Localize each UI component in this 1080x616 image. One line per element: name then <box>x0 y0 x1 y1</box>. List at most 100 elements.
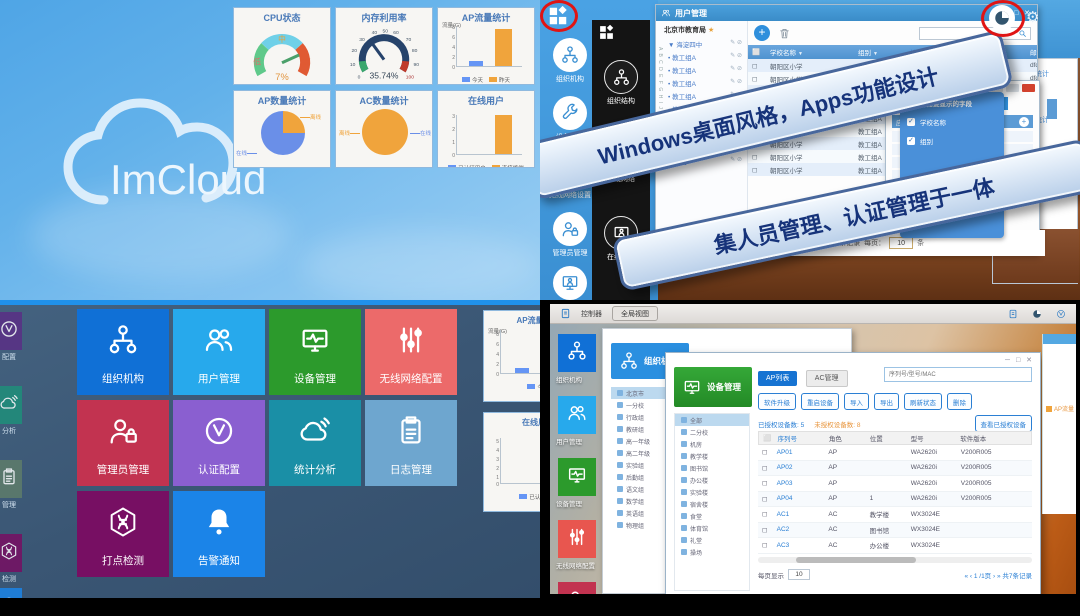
tree-item[interactable]: 食堂 <box>675 510 749 522</box>
tile-alerts[interactable]: 告警通知 <box>173 491 265 577</box>
card-ac-count[interactable]: AC数量统计 离线 在线 <box>335 90 433 168</box>
refresh-icon[interactable] <box>1056 309 1066 319</box>
per-page-input[interactable] <box>889 237 913 249</box>
gear-icon[interactable]: ⚙ <box>1026 8 1039 26</box>
table-row[interactable]: ◻ AC3 AC 办公楼 WX3024E 已授权 <box>758 538 1032 554</box>
row-checkbox[interactable]: ◻ <box>748 153 766 161</box>
table-row[interactable]: ◻ AP02 AP WA2620i V200R005 3C-8C-40-2B <box>758 461 1032 477</box>
tab-ap-list[interactable]: AP列表 <box>758 371 797 386</box>
scrollbar-thumb[interactable] <box>796 557 916 563</box>
row-checkbox[interactable]: ◻ <box>758 479 773 487</box>
app-icon[interactable] <box>560 308 571 319</box>
table-row[interactable]: ◻ AP01 AP WA2620i V200R005 3C-8C-40-1A <box>758 445 1032 461</box>
export-button[interactable]: 导出 <box>874 393 899 410</box>
device-window-header[interactable]: 设备管理 <box>674 367 752 407</box>
tree-item[interactable]: 机房 <box>675 438 749 450</box>
dark-item-org[interactable]: 组织结构 <box>593 60 649 106</box>
tree-item[interactable]: ✎ ⊘• 教工组A <box>656 50 747 63</box>
row-checkbox[interactable]: ◻ <box>758 464 773 472</box>
sidebar-item-online[interactable]: 在线状态 <box>542 266 598 300</box>
device-search-input[interactable] <box>884 367 1032 382</box>
tile-admins[interactable]: 管理员管理 <box>77 400 169 486</box>
row-checkbox[interactable]: ◻ <box>758 526 773 534</box>
table-row[interactable]: ◻ AC2 AC 图书馆 WX3024E 已授权 <box>758 523 1032 539</box>
tree-item[interactable]: 实验楼 <box>675 486 749 498</box>
device-pagination[interactable]: « ‹ 1 /1页 › » 共7条记录 <box>964 570 1032 580</box>
tree-item[interactable]: ✎ ⊘• 教工组A <box>656 63 747 76</box>
dock-tile-admins[interactable] <box>558 582 596 594</box>
add-column-button[interactable]: + <box>1019 117 1029 127</box>
row-checkbox[interactable]: ◻ <box>748 166 766 174</box>
card-online-users[interactable]: 在线用户 0 1 2 3 已认证用户 连接终端 <box>437 90 535 168</box>
table-row[interactable]: ◻ AP04 AP 1 WA2620i V200R005 <box>758 492 1032 508</box>
tab-ac[interactable]: AC管理 <box>806 370 848 387</box>
sidebar-item-org[interactable]: 组织机构 <box>542 38 598 84</box>
row-checkbox[interactable]: ◻ <box>758 448 773 456</box>
tile-logs[interactable]: 日志管理 <box>365 400 457 486</box>
row-checkbox[interactable]: ◻ <box>758 541 773 549</box>
tree-item[interactable]: ✎ ⊘▼ 海淀四中 <box>656 37 747 50</box>
tree-item[interactable]: 二分校 <box>675 426 749 438</box>
partial-tile[interactable] <box>0 588 22 598</box>
row-checkbox[interactable]: ◻ <box>748 62 766 70</box>
tile-auth[interactable]: 认证配置 <box>173 400 265 486</box>
dock-tile-users[interactable] <box>558 396 596 434</box>
tile-stats[interactable]: 统计分析 <box>269 400 361 486</box>
dock-tile-org[interactable] <box>558 334 596 372</box>
dock-tile-wireless[interactable] <box>558 520 596 558</box>
field-option[interactable]: ✓学校名称 <box>907 117 997 127</box>
per-page-input[interactable] <box>788 569 810 580</box>
tree-item[interactable]: 体育馆 <box>675 522 749 534</box>
import-button[interactable]: 导入 <box>844 393 869 410</box>
table-row[interactable]: ◻ AC1 AC 教学楼 WX3024E 已授权 <box>758 507 1032 523</box>
cell-serial[interactable]: AP02 <box>773 464 825 471</box>
tree-item[interactable]: 宿舍楼 <box>675 498 749 510</box>
tree-item[interactable]: ✎ ⊘• 教工组A <box>656 76 747 89</box>
view-authorized-button[interactable]: 查看已授权设备 <box>975 415 1033 432</box>
tile-wireless[interactable]: 无线网络配置 <box>365 309 457 395</box>
org-root[interactable]: 北京市教育局 ★ <box>656 21 747 37</box>
table-row[interactable]: ◻ AP03 AP WA2620i V200R005 3C-8C-40-3C <box>758 476 1032 492</box>
tree-item[interactable]: 图书馆 <box>675 462 749 474</box>
tile-users[interactable]: 用户管理 <box>173 309 265 395</box>
tiles-logo-icon[interactable] <box>598 24 615 41</box>
cell-serial[interactable]: AP04 <box>773 495 825 502</box>
info-icon[interactable] <box>1032 309 1042 319</box>
window-titlebar[interactable]: 用户管理 ? ─ □ ✕ <box>656 5 1037 21</box>
cell-serial[interactable]: AC2 <box>773 526 825 533</box>
card-memory[interactable]: 内存利用率 0 10 20 30 40 50 60 70 80 90 10 <box>335 7 433 85</box>
cell-serial[interactable]: AP03 <box>773 480 825 487</box>
upgrade-button[interactable]: 软件升级 <box>758 393 796 410</box>
card-ap-traffic[interactable]: AP流量统计 流量(G) 0 2 4 6 8 今天 昨天 <box>437 7 535 85</box>
close-button[interactable] <box>1022 84 1035 92</box>
partial-tile[interactable] <box>0 312 22 350</box>
refresh-button[interactable]: 刷新状态 <box>904 393 942 410</box>
tree-item[interactable]: 全部 <box>675 414 749 426</box>
row-checkbox[interactable]: ◻ <box>758 495 773 503</box>
card-cpu[interactable]: CPU状态 低 中 高 7% <box>233 7 331 85</box>
field-option[interactable]: ✓组别 <box>907 136 997 146</box>
row-checkbox[interactable]: ◻ <box>748 75 766 83</box>
delete-button[interactable]: 删除 <box>947 393 972 410</box>
partial-tile[interactable] <box>0 534 22 572</box>
cell-serial[interactable]: AC3 <box>773 542 825 549</box>
tree-item[interactable]: 礼堂 <box>675 534 749 546</box>
partial-tile[interactable] <box>0 386 22 424</box>
row-checkbox[interactable]: ◻ <box>758 510 773 518</box>
tile-devices[interactable]: 设备管理 <box>269 309 361 395</box>
horizontal-scrollbar[interactable] <box>758 557 1032 563</box>
tile-probe[interactable]: 打点检测 <box>77 491 169 577</box>
checkbox-checked[interactable]: ✓ <box>907 137 915 145</box>
window-controls[interactable]: ─ □ ✕ <box>1005 356 1034 364</box>
partial-tile[interactable] <box>0 460 22 498</box>
tree-item[interactable]: 操场 <box>675 546 749 558</box>
upload-icon[interactable] <box>1008 309 1018 319</box>
delete-icon[interactable] <box>778 27 791 40</box>
checkbox-checked[interactable]: ✓ <box>907 118 915 126</box>
tile-org[interactable]: 组织机构 <box>77 309 169 395</box>
cell-serial[interactable]: AP01 <box>773 449 825 456</box>
dock-tile-devices[interactable] <box>558 458 596 496</box>
tab-global-view[interactable]: 全局视图 <box>612 306 658 321</box>
reboot-button[interactable]: 重启设备 <box>801 393 839 410</box>
add-user-button[interactable]: + <box>754 25 770 41</box>
